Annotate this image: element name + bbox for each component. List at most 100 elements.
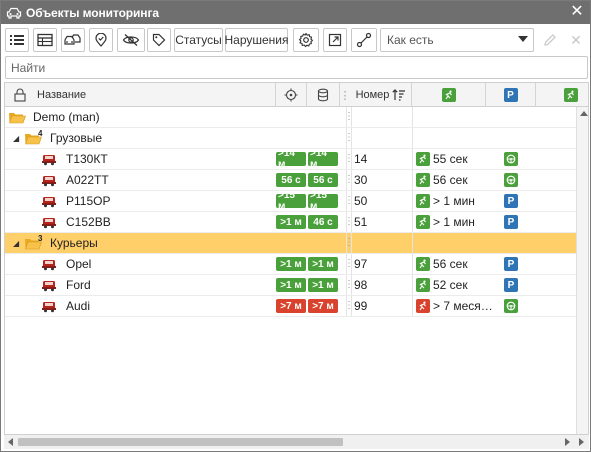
group-count-badge: 3 [38, 233, 43, 243]
open-external-button[interactable] [323, 28, 347, 52]
column-status-header[interactable] [412, 83, 486, 107]
window-title: Объекты мониторинга [26, 5, 159, 20]
column-extra-header[interactable] [536, 83, 588, 107]
route-button[interactable] [351, 28, 377, 52]
column-divider [412, 254, 413, 274]
unit-row[interactable]: А022ТТ 56 с 56 с ⋮ 30 56 сек [5, 170, 576, 191]
data-age-badge: 56 с [276, 173, 306, 187]
group-row[interactable]: ◢ 4 Грузовые ⋮ [5, 128, 576, 149]
lock-icon [14, 88, 26, 102]
tags-button[interactable] [147, 28, 171, 52]
column-divider [351, 254, 352, 274]
list-icon [10, 35, 24, 45]
column-divider [412, 149, 413, 169]
data-age-badge: >1 м [276, 257, 306, 271]
unit-row[interactable]: Opel >1 м >1 м ⋮ 97 56 сек P [5, 254, 576, 275]
column-divider [412, 170, 413, 190]
position-age-badge: >1 м [308, 257, 338, 271]
data-age-badge: >15 м [276, 190, 306, 212]
position-age-badge: 56 с [308, 173, 338, 187]
column-divider [346, 275, 347, 295]
column-divider [346, 107, 347, 127]
vertical-scrollbar[interactable] [576, 107, 588, 434]
unit-type-icon [41, 191, 57, 211]
unit-row[interactable]: Ford >1 м >1 м ⋮ 98 52 сек P [5, 275, 576, 296]
column-divider [412, 233, 413, 253]
list-view-button[interactable] [5, 28, 29, 52]
column-divider [351, 275, 352, 295]
scroll-thumb[interactable] [18, 438, 343, 446]
close-icon[interactable]: ✕ [568, 3, 586, 21]
parking-icon: P [504, 194, 518, 208]
running-man-icon [416, 194, 430, 208]
parking-icon: P [504, 278, 518, 292]
unit-number: 51 [354, 215, 368, 229]
truck-icon [42, 302, 56, 313]
column-resizer[interactable]: ⋮ [340, 83, 351, 107]
position-age-badge: >14 м [308, 148, 338, 170]
unit-row[interactable]: С152ВВ >1 м 46 с ⋮ 51 > 1 мин P [5, 212, 576, 233]
unit-row[interactable]: Audi >7 м >7 м ⋮ 99 > 7 меся… [5, 296, 576, 317]
search-input[interactable] [5, 56, 588, 79]
unit-number: 99 [354, 299, 368, 313]
group-row[interactable]: ◢ 3 Курьеры ⋮ [5, 233, 576, 254]
settings-button[interactable] [293, 28, 319, 52]
folder-open-icon [9, 112, 26, 123]
column-divider [351, 212, 352, 232]
column-name-label: Название [37, 89, 87, 101]
group-row[interactable]: Demo (man) ⋮ [5, 107, 576, 128]
truck-icon [42, 155, 56, 166]
column-divider [412, 128, 413, 148]
edit-button[interactable] [538, 28, 562, 52]
status-duration: 52 сек [433, 278, 468, 292]
scroll-right-icon[interactable] [565, 438, 570, 446]
column-divider [412, 212, 413, 232]
sort-ascending-icon [392, 89, 406, 101]
external-link-icon [328, 33, 342, 47]
data-age-badge: >14 м [276, 148, 306, 170]
delete-icon[interactable]: ✕ [564, 28, 588, 52]
column-name-header[interactable]: Название [5, 83, 276, 107]
column-parking-header[interactable]: P [486, 83, 536, 107]
position-age-badge: 46 с [308, 215, 338, 229]
column-data-header[interactable] [307, 83, 340, 107]
scroll-up-icon[interactable] [580, 111, 588, 116]
vehicles-button[interactable] [61, 28, 85, 52]
running-man-icon [416, 173, 430, 187]
column-divider [351, 128, 352, 148]
column-divider [351, 296, 352, 316]
statuses-button[interactable]: Статусы [174, 28, 223, 52]
column-divider [346, 233, 347, 253]
parking-icon: P [504, 215, 518, 229]
steering-wheel-icon [504, 173, 518, 187]
column-number-header[interactable]: Номер [351, 83, 412, 107]
table-view-button[interactable] [33, 28, 57, 52]
crosshair-icon [284, 88, 298, 102]
geofence-button[interactable] [89, 28, 113, 52]
running-man-icon [416, 278, 430, 292]
running-man-icon [416, 257, 430, 271]
expand-triangle-icon[interactable]: ◢ [13, 128, 19, 148]
violations-button[interactable]: Нарушения [225, 28, 289, 52]
scroll-right-end-icon[interactable] [579, 438, 584, 446]
data-age-badge: >7 м [276, 299, 306, 313]
table-header: Название ⋮ Номер P [5, 83, 588, 107]
unit-row[interactable]: Р115ОР >15 м >15 м ⋮ 50 > 1 мин P [5, 190, 576, 212]
pencil-icon [544, 34, 556, 46]
window-titlebar: Объекты мониторинга ✕ [1, 1, 590, 24]
unit-type-icon [41, 212, 57, 232]
column-location-header[interactable] [276, 83, 307, 107]
horizontal-scrollbar[interactable] [4, 435, 589, 449]
column-divider [351, 233, 352, 253]
unit-type-icon [41, 296, 57, 316]
scroll-left-icon[interactable] [8, 438, 13, 446]
expand-triangle-icon[interactable]: ◢ [13, 233, 19, 253]
unit-row[interactable]: Т130КТ >14 м >14 м ⋮ 14 55 сек [5, 148, 576, 170]
unit-name: Opel [66, 257, 92, 271]
column-divider [346, 296, 347, 316]
hide-button[interactable] [117, 28, 145, 52]
sort-mode-select[interactable]: Как есть [380, 28, 534, 52]
running-man-icon [416, 152, 430, 166]
status-duration: 55 сек [433, 152, 468, 166]
column-divider [412, 296, 413, 316]
